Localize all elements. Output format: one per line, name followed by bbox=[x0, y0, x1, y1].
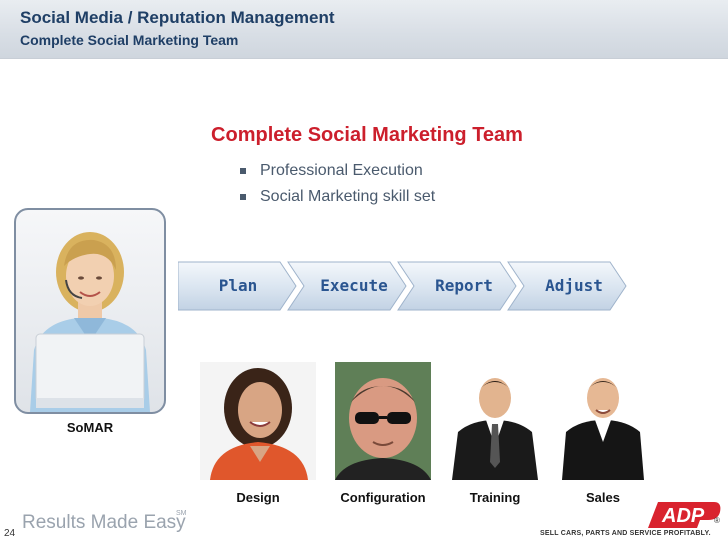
bullet-text: Professional Execution bbox=[260, 162, 423, 179]
bullet-square-icon bbox=[240, 194, 246, 200]
team-photo-sales bbox=[562, 362, 644, 480]
header-title: Social Media / Reputation Management bbox=[20, 8, 335, 27]
somar-photo-frame bbox=[14, 208, 166, 414]
step-execute: Execute bbox=[320, 276, 388, 295]
adp-logo-text: ADP bbox=[661, 505, 705, 527]
slide-number: 24 bbox=[4, 528, 16, 539]
team-photo-design bbox=[200, 362, 316, 480]
somar-label: SoMAR bbox=[66, 420, 114, 435]
bullet-list: Professional Execution Social Marketing … bbox=[240, 158, 435, 210]
adp-registered-mark: ® bbox=[714, 516, 720, 525]
bullet-square-icon bbox=[240, 168, 246, 174]
main-title: Complete Social Marketing Team bbox=[211, 124, 523, 146]
somar-person-illustration bbox=[30, 232, 150, 412]
step-plan: Plan bbox=[218, 276, 258, 295]
slide-header: Social Media / Reputation Management Com… bbox=[0, 0, 728, 59]
step-report: Report bbox=[435, 276, 493, 295]
step-adjust: Adjust bbox=[545, 276, 603, 295]
caption-design: Design bbox=[236, 490, 280, 505]
bullet-text: Social Marketing skill set bbox=[260, 188, 436, 205]
caption-configuration: Configuration bbox=[340, 490, 426, 505]
caption-sales: Sales bbox=[586, 490, 620, 505]
bullet-item: Social Marketing skill set bbox=[240, 184, 435, 210]
caption-training: Training bbox=[469, 490, 521, 505]
service-mark: SM bbox=[176, 510, 187, 517]
adp-logo-icon: ADP bbox=[648, 502, 721, 528]
adp-logo: ADP ® bbox=[648, 498, 722, 535]
team-photo-configuration bbox=[335, 362, 431, 480]
footer-tagline: Results Made Easy bbox=[22, 512, 186, 533]
process-steps: Plan Execute Report Adjust bbox=[178, 258, 628, 314]
bullet-item: Professional Execution bbox=[240, 158, 435, 184]
header-subtitle: Complete Social Marketing Team bbox=[20, 32, 239, 48]
team-photo-training bbox=[452, 362, 538, 480]
